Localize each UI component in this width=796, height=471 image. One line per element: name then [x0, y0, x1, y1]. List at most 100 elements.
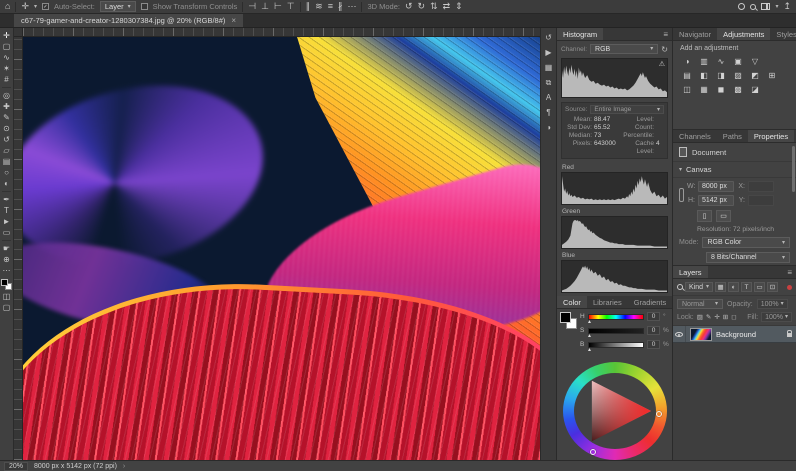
bit-depth-dropdown[interactable]: 8 Bits/Channel▾: [706, 252, 790, 263]
canvas-section-header[interactable]: ▾ Canvas: [673, 162, 796, 178]
lock-position-icon[interactable]: ✛: [714, 313, 719, 321]
black-white-icon[interactable]: ◨: [714, 69, 728, 81]
workspace-switcher-icon[interactable]: [761, 3, 770, 10]
color-swatches[interactable]: [560, 312, 577, 329]
channel-dropdown[interactable]: RGB▾: [590, 44, 658, 54]
tab-histogram[interactable]: Histogram: [557, 28, 603, 40]
vibrance-icon[interactable]: ▽: [748, 55, 762, 67]
tab-libraries[interactable]: Libraries: [587, 296, 628, 308]
tab-navigator[interactable]: Navigator: [673, 28, 717, 40]
width-field[interactable]: 8000 px: [698, 181, 734, 192]
height-field[interactable]: 5142 px: [698, 195, 734, 206]
3d-slide-icon[interactable]: ⇄: [443, 2, 451, 11]
crop-tool[interactable]: #: [4, 75, 8, 84]
screen-mode-button[interactable]: ▢: [3, 303, 11, 312]
properties-scrollbar[interactable]: [792, 146, 795, 192]
zoom-tool[interactable]: ⊕: [3, 255, 10, 264]
filter-shape-layers-icon[interactable]: ▭: [754, 282, 765, 292]
paragraph-panel-icon[interactable]: ¶: [546, 109, 550, 117]
slider-thumb-icon[interactable]: ▲: [587, 320, 592, 325]
lock-icon[interactable]: [787, 333, 792, 337]
chevron-down-icon[interactable]: ▾: [775, 4, 778, 10]
tab-layers[interactable]: Layers: [673, 266, 708, 278]
curves-icon[interactable]: ∿: [714, 55, 728, 67]
color-balance-icon[interactable]: ◧: [697, 69, 711, 81]
channel-mixer-icon[interactable]: ◩: [748, 69, 762, 81]
gradient-map-icon[interactable]: ▩: [731, 83, 745, 95]
filter-adjustment-layers-icon[interactable]: ◐: [728, 282, 739, 292]
layer-visibility-toggle[interactable]: [673, 326, 686, 342]
canvas[interactable]: [23, 37, 540, 460]
home-icon[interactable]: ⌂: [5, 2, 10, 11]
panel-menu-icon[interactable]: ≡: [783, 266, 796, 278]
distribute-edges-icon[interactable]: ∦: [338, 2, 343, 11]
filter-pixel-layers-icon[interactable]: ▦: [715, 282, 726, 292]
eyedropper-tool[interactable]: ◎: [3, 91, 10, 100]
auto-select-dropdown[interactable]: Layer▾: [100, 1, 136, 12]
saturation-value-field[interactable]: 0: [647, 326, 660, 335]
threshold-icon[interactable]: ◼: [714, 83, 728, 95]
hue-ring-handle[interactable]: [656, 411, 662, 417]
healing-brush-tool[interactable]: ✚: [3, 102, 10, 111]
3d-pan-icon[interactable]: ⇅: [430, 2, 438, 11]
brightness-value-field[interactable]: 0: [647, 340, 660, 349]
mode-dropdown[interactable]: RGB Color▾: [702, 237, 790, 248]
selective-color-icon[interactable]: ◪: [748, 83, 762, 95]
history-panel-icon[interactable]: ↺: [545, 34, 552, 42]
lock-paint-icon[interactable]: ✎: [706, 313, 711, 321]
layer-name[interactable]: Background: [716, 330, 756, 339]
status-options-chevron[interactable]: ›: [123, 463, 125, 470]
align-center-icon[interactable]: ⊥: [261, 2, 269, 11]
type-tool[interactable]: T: [4, 206, 9, 215]
foreground-background-swatches[interactable]: [1, 279, 12, 290]
layer-thumbnail[interactable]: [690, 328, 712, 341]
lock-all-icon[interactable]: ◻: [731, 313, 736, 321]
filter-toggle[interactable]: [787, 285, 792, 290]
triangle-handle[interactable]: [590, 449, 596, 455]
tab-properties[interactable]: Properties: [748, 130, 794, 142]
account-icon[interactable]: [738, 3, 745, 10]
tab-adjustments[interactable]: Adjustments: [717, 28, 770, 40]
tab-paths[interactable]: Paths: [717, 130, 748, 142]
landscape-orientation-button[interactable]: ▭: [716, 210, 731, 222]
dodge-tool[interactable]: ◐: [4, 179, 9, 188]
tab-gradients[interactable]: Gradients: [628, 296, 673, 308]
quick-mask-button[interactable]: ◫: [3, 292, 11, 301]
panel-menu-icon[interactable]: ≡: [659, 28, 672, 40]
shape-tool[interactable]: ▭: [3, 228, 11, 237]
lock-transparent-icon[interactable]: ▨: [697, 313, 703, 321]
hue-value-field[interactable]: 0: [647, 312, 660, 321]
opacity-field[interactable]: 100%▾: [757, 299, 788, 309]
clone-stamp-tool[interactable]: ⊙: [3, 124, 10, 133]
portrait-orientation-button[interactable]: ▯: [697, 210, 712, 222]
gradient-tool[interactable]: ▤: [3, 157, 11, 166]
color-wheel[interactable]: [563, 362, 667, 460]
layer-row-background[interactable]: Background: [673, 326, 796, 343]
eraser-tool[interactable]: ▱: [3, 146, 9, 155]
slider-thumb-icon[interactable]: ▲: [587, 334, 592, 339]
distribute-center-icon[interactable]: ≡: [328, 2, 333, 11]
3d-roll-icon[interactable]: ↻: [418, 2, 426, 11]
history-brush-tool[interactable]: ↺: [3, 135, 10, 144]
foreground-color-swatch[interactable]: [560, 312, 571, 323]
blur-tool[interactable]: ○: [4, 168, 9, 177]
hue-slider[interactable]: ▲: [588, 314, 644, 320]
photo-filter-icon[interactable]: ▨: [731, 69, 745, 81]
edit-toolbar-button[interactable]: ⋯: [3, 266, 11, 275]
posterize-icon[interactable]: ▦: [697, 83, 711, 95]
tab-styles[interactable]: Styles: [770, 28, 796, 40]
align-left-icon[interactable]: ⊣: [248, 2, 256, 11]
blend-mode-dropdown[interactable]: Normal▾: [677, 299, 723, 309]
clone-source-panel-icon[interactable]: ⧉: [546, 79, 552, 87]
show-transform-checkbox[interactable]: [141, 3, 148, 10]
invert-icon[interactable]: ◫: [680, 83, 694, 95]
brush-tool[interactable]: ✎: [3, 113, 10, 122]
brightness-contrast-icon[interactable]: ◑: [680, 55, 694, 67]
distribute-horizontal-icon[interactable]: ∥: [306, 2, 311, 11]
adjustments-panel-icon[interactable]: ◑: [546, 124, 551, 132]
document-tab[interactable]: c67-79-gamer-and-creator-1280307384.jpg …: [14, 14, 243, 27]
close-tab-icon[interactable]: ×: [231, 16, 236, 25]
auto-select-checkbox[interactable]: ✓: [42, 3, 49, 10]
align-right-icon[interactable]: ⊢: [274, 2, 282, 11]
source-dropdown[interactable]: Entire Image▾: [590, 105, 664, 114]
